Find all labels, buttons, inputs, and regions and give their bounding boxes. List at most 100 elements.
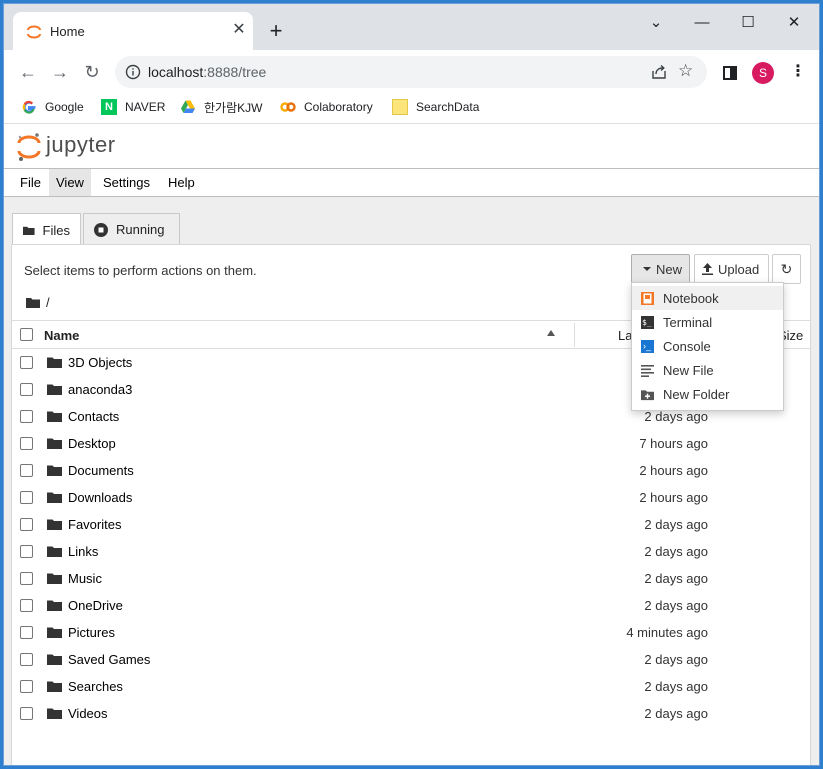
row-checkbox[interactable]	[20, 383, 33, 396]
file-list-row[interactable]: Pictures 4 minutes ago	[12, 619, 810, 646]
file-name-link[interactable]: Favorites	[68, 517, 121, 532]
jupyter-logo-text[interactable]: jupyter	[46, 132, 116, 158]
menu-settings[interactable]: Settings	[96, 169, 157, 196]
tab-running[interactable]: Running	[83, 213, 180, 245]
bookmark-colab[interactable]: Colaboratory	[280, 97, 373, 117]
file-list-row[interactable]: OneDrive 2 days ago	[12, 592, 810, 619]
file-list-row[interactable]: Downloads 2 hours ago	[12, 484, 810, 511]
folder-icon	[47, 438, 62, 449]
tab-search-chevron-icon[interactable]: ⌄	[641, 12, 671, 34]
file-modified-time: 2 days ago	[644, 706, 708, 721]
file-name-link[interactable]: Desktop	[68, 436, 116, 451]
menu-item-notebook[interactable]: Notebook	[632, 286, 783, 310]
bookmark-google[interactable]: Google	[21, 97, 84, 117]
file-name-link[interactable]: Links	[68, 544, 98, 559]
new-tab-icon[interactable]: +	[266, 20, 286, 42]
menu-file[interactable]: File	[13, 169, 48, 196]
upload-button[interactable]: Upload	[694, 254, 769, 284]
file-list-row[interactable]: Favorites 2 days ago	[12, 511, 810, 538]
row-checkbox[interactable]	[20, 464, 33, 477]
back-icon[interactable]: ←	[15, 59, 41, 85]
file-name-link[interactable]: Contacts	[68, 409, 119, 424]
sort-ascending-icon[interactable]	[547, 330, 555, 336]
file-name-link[interactable]: Pictures	[68, 625, 115, 640]
new-button[interactable]: New	[631, 254, 690, 284]
refresh-button[interactable]: ↻	[772, 254, 801, 284]
row-checkbox[interactable]	[20, 653, 33, 666]
breadcrumb-root[interactable]: /	[46, 295, 50, 310]
share-icon[interactable]	[650, 63, 668, 81]
row-checkbox[interactable]	[20, 518, 33, 531]
menu-item-terminal[interactable]: $_ Terminal	[632, 310, 783, 334]
row-checkbox[interactable]	[20, 410, 33, 423]
file-name-link[interactable]: 3D Objects	[68, 355, 132, 370]
folder-icon	[47, 600, 62, 611]
reload-icon[interactable]: ↻	[79, 59, 105, 85]
tab-title: Home	[50, 24, 85, 39]
file-modified-time: 2 days ago	[644, 409, 708, 424]
jupyter-logo-icon[interactable]	[16, 132, 42, 162]
file-list-row[interactable]: Links 2 days ago	[12, 538, 810, 565]
profile-avatar[interactable]: S	[752, 62, 774, 84]
file-name-link[interactable]: OneDrive	[68, 598, 123, 613]
site-info-icon[interactable]	[125, 64, 141, 80]
file-name-link[interactable]: anaconda3	[68, 382, 132, 397]
file-modified-time: 7 hours ago	[639, 436, 708, 451]
naver-icon: N	[101, 99, 117, 115]
stop-circle-icon	[94, 222, 108, 237]
row-checkbox[interactable]	[20, 707, 33, 720]
file-list-row[interactable]: Desktop 7 hours ago	[12, 430, 810, 457]
browser-menu-icon[interactable]: ⋮	[790, 62, 806, 84]
forward-icon[interactable]: →	[47, 59, 73, 85]
file-list-row[interactable]: Saved Games 2 days ago	[12, 646, 810, 673]
file-name-link[interactable]: Videos	[68, 706, 108, 721]
file-modified-time: 2 days ago	[644, 679, 708, 694]
url-text: localhost:8888/tree	[148, 64, 266, 80]
minimize-icon[interactable]: —	[687, 12, 717, 34]
row-checkbox[interactable]	[20, 437, 33, 450]
row-checkbox[interactable]	[20, 599, 33, 612]
menu-item-console[interactable]: ›_ Console	[632, 334, 783, 358]
file-list-row[interactable]: Searches 2 days ago	[12, 673, 810, 700]
file-list-row[interactable]: Videos 2 days ago	[12, 700, 810, 727]
file-name-link[interactable]: Saved Games	[68, 652, 150, 667]
select-all-checkbox[interactable]	[20, 328, 33, 341]
bookmark-searchdata[interactable]: SearchData	[392, 97, 479, 117]
address-bar[interactable]: localhost:8888/tree ☆	[115, 56, 707, 88]
file-name-link[interactable]: Music	[68, 571, 102, 586]
tab-strip: Home ✕ + ⌄ — ☐ ✕	[4, 4, 819, 50]
row-checkbox[interactable]	[20, 572, 33, 585]
menu-help[interactable]: Help	[161, 169, 202, 196]
tab-files[interactable]: Files	[12, 213, 81, 246]
console-icon: ›_	[641, 339, 654, 353]
url-host: localhost	[148, 64, 204, 80]
bookmark-drive[interactable]: 한가람KJW	[180, 97, 262, 117]
file-list-row[interactable]: Music 2 days ago	[12, 565, 810, 592]
bookmarks-bar: Google N NAVER 한가람KJW Colaboratory Searc…	[4, 92, 819, 122]
tab-close-icon[interactable]: ✕	[230, 21, 248, 39]
file-list-row[interactable]: Documents 2 hours ago	[12, 457, 810, 484]
menu-item-label: New File	[663, 362, 714, 378]
row-checkbox[interactable]	[20, 545, 33, 558]
folder-icon[interactable]	[26, 297, 40, 308]
side-panel-icon[interactable]	[723, 66, 737, 80]
menu-item-new-file[interactable]: New File	[632, 358, 783, 382]
bookmark-label: NAVER	[125, 100, 166, 114]
menu-view[interactable]: View	[49, 169, 91, 196]
row-checkbox[interactable]	[20, 491, 33, 504]
file-name-link[interactable]: Searches	[68, 679, 123, 694]
row-checkbox[interactable]	[20, 680, 33, 693]
bookmark-label: 한가람KJW	[204, 100, 263, 115]
file-name-link[interactable]: Documents	[68, 463, 134, 478]
bookmark-star-icon[interactable]: ☆	[678, 61, 693, 81]
row-checkbox[interactable]	[20, 356, 33, 369]
row-checkbox[interactable]	[20, 626, 33, 639]
file-name-link[interactable]: Downloads	[68, 490, 132, 505]
bookmark-naver[interactable]: N NAVER	[101, 97, 165, 117]
maximize-icon[interactable]: ☐	[733, 12, 763, 34]
window-close-icon[interactable]: ✕	[779, 12, 809, 34]
browser-tab-home[interactable]: Home ✕	[13, 12, 253, 50]
file-modified-time: 2 days ago	[644, 544, 708, 559]
menu-item-new-folder[interactable]: New Folder	[632, 382, 783, 406]
column-name[interactable]: Name	[44, 328, 79, 343]
